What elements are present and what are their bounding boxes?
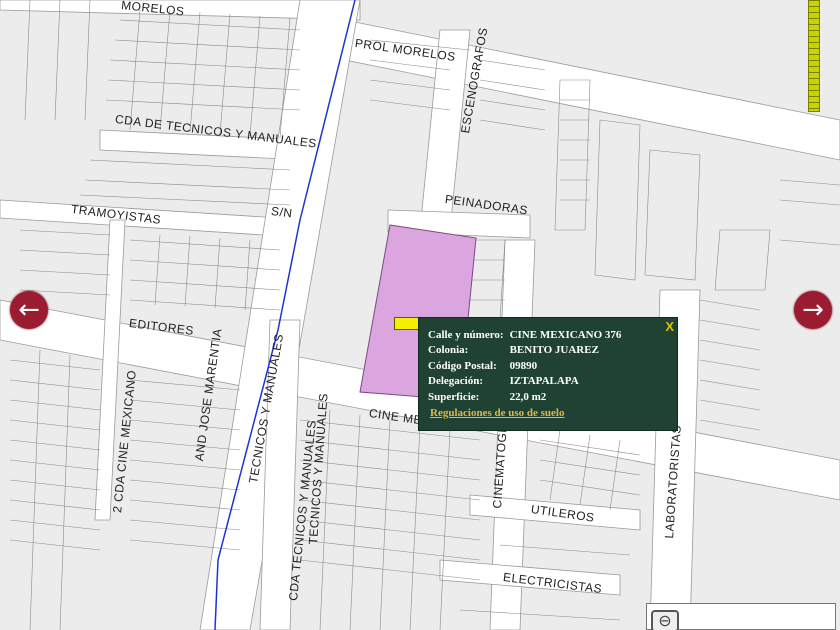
info-value: CINE MEXICANO 376: [509, 328, 622, 341]
zoom-out-icon[interactable]: ⊖: [651, 610, 679, 630]
map-canvas[interactable]: MORELOS PROL MORELOS ESCENOGRAFOS CDA DE…: [0, 0, 840, 630]
info-value: BENITO JUAREZ: [509, 344, 599, 357]
parcel-info-table: Calle y número: CINE MEXICANO 376 Colonia…: [428, 327, 627, 405]
street-label-sn: S/N: [270, 204, 294, 221]
info-label: Superficie:: [428, 390, 480, 403]
info-row: Superficie: 22,0 m2: [428, 389, 627, 405]
arrow-left-icon[interactable]: ←: [10, 291, 48, 329]
info-label: Colonia:: [428, 344, 469, 357]
arrow-right-icon[interactable]: →: [794, 291, 832, 329]
land-use-regulations-link[interactable]: Regulaciones de uso de suelo: [430, 407, 564, 419]
map-layer: [0, 0, 840, 630]
zoom-slider[interactable]: [808, 0, 820, 112]
overview-map[interactable]: ⊖: [646, 603, 836, 630]
info-popup: X Calle y número: CINE MEXICANO 376 Colon…: [418, 317, 678, 431]
close-button[interactable]: X: [665, 319, 674, 334]
info-label: Calle y número:: [428, 328, 504, 341]
info-row: Calle y número: CINE MEXICANO 376: [428, 327, 627, 343]
info-row: Código Postal: 09890: [428, 358, 627, 374]
info-label: Delegación:: [428, 375, 483, 388]
info-value: 22,0 m2: [509, 390, 547, 403]
info-value: 09890: [509, 359, 538, 372]
info-row: Delegación: IZTAPALAPA: [428, 374, 627, 390]
info-row: Colonia: BENITO JUAREZ: [428, 343, 627, 359]
info-value: IZTAPALAPA: [509, 375, 579, 388]
info-label: Código Postal:: [428, 359, 497, 372]
